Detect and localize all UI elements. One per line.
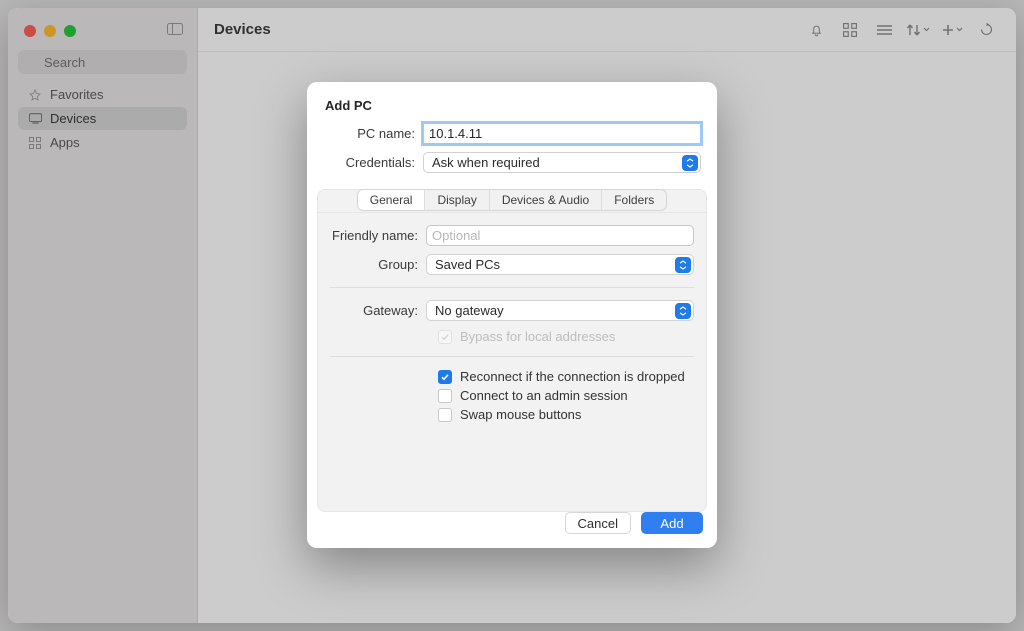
divider [330, 356, 694, 357]
credentials-select[interactable]: Ask when required [423, 152, 701, 173]
reconnect-checkbox[interactable] [438, 370, 452, 384]
tab-pane-wrap: General Display Devices & Audio Folders [317, 189, 707, 213]
bypass-check-row: Bypass for local addresses [438, 329, 694, 344]
friendly-name-label: Friendly name: [330, 228, 426, 243]
bypass-checkbox [438, 330, 452, 344]
friendly-name-input[interactable] [426, 225, 694, 246]
dialog-footer: Cancel Add [307, 512, 717, 548]
group-select[interactable]: Saved PCs [426, 254, 694, 275]
tab-display[interactable]: Display [425, 190, 489, 210]
group-value: Saved PCs [435, 257, 500, 272]
tab-devices-audio[interactable]: Devices & Audio [490, 190, 602, 210]
group-label: Group: [330, 257, 426, 272]
dialog-title: Add PC [307, 82, 717, 123]
gateway-value: No gateway [435, 303, 504, 318]
reconnect-label: Reconnect if the connection is dropped [460, 369, 685, 384]
gateway-label: Gateway: [330, 303, 426, 318]
chevron-updown-icon [682, 155, 698, 171]
credentials-value: Ask when required [432, 155, 540, 170]
admin-label: Connect to an admin session [460, 388, 628, 403]
dialog-top-form: PC name: Credentials: Ask when required [307, 123, 717, 181]
reconnect-check-row[interactable]: Reconnect if the connection is dropped [438, 369, 694, 384]
add-pc-dialog: Add PC PC name: Credentials: Ask when re… [307, 82, 717, 548]
pc-name-label: PC name: [323, 126, 423, 141]
admin-check-row[interactable]: Connect to an admin session [438, 388, 694, 403]
chevron-updown-icon [675, 303, 691, 319]
tab-general[interactable]: General [358, 190, 426, 210]
bypass-label: Bypass for local addresses [460, 329, 615, 344]
tabbar: General Display Devices & Audio Folders [357, 189, 667, 211]
admin-checkbox[interactable] [438, 389, 452, 403]
chevron-updown-icon [675, 257, 691, 273]
swap-checkbox[interactable] [438, 408, 452, 422]
credentials-label: Credentials: [323, 155, 423, 170]
swap-label: Swap mouse buttons [460, 407, 581, 422]
pc-name-input[interactable] [423, 123, 701, 144]
cancel-button[interactable]: Cancel [565, 512, 631, 534]
divider [330, 287, 694, 288]
add-button[interactable]: Add [641, 512, 703, 534]
tab-folders[interactable]: Folders [602, 190, 666, 210]
gateway-select[interactable]: No gateway [426, 300, 694, 321]
general-pane: Friendly name: Group: Saved PCs Gateway: [317, 213, 707, 512]
swap-check-row[interactable]: Swap mouse buttons [438, 407, 694, 422]
